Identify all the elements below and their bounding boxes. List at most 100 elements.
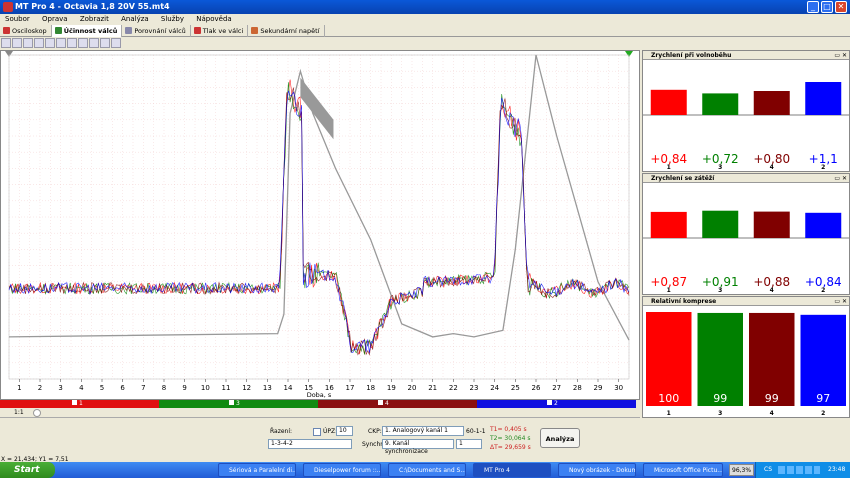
bar-label-2: 2 bbox=[821, 287, 825, 294]
bar-value-4: 99 bbox=[765, 392, 779, 405]
bar-3 bbox=[702, 210, 739, 238]
bar-3 bbox=[702, 93, 739, 115]
bar-label-2: 2 bbox=[821, 410, 825, 417]
order-select[interactable]: 1-3-4-2 bbox=[268, 439, 352, 449]
tray-icons[interactable] bbox=[778, 466, 820, 474]
bar-label-2: 2 bbox=[821, 164, 825, 171]
tab-ucinnost-valcu[interactable]: Účinnost válců bbox=[51, 25, 123, 37]
close-button[interactable]: ✕ bbox=[835, 1, 847, 13]
system-tray: 96,3% CS 23:48 bbox=[729, 462, 850, 478]
x-tick-label: 24 bbox=[490, 384, 499, 392]
channel-2-bar[interactable]: 2 bbox=[477, 400, 636, 408]
channel-1-bar[interactable]: 1 bbox=[0, 400, 159, 408]
menu-zobrazit[interactable]: Zobrazit bbox=[75, 14, 114, 25]
channel-4-bar[interactable]: 4 bbox=[318, 400, 477, 408]
compare-cylinders-icon bbox=[125, 27, 133, 34]
pressure-icon bbox=[193, 27, 201, 34]
upz-spinner[interactable]: 10 bbox=[336, 426, 353, 436]
menu-soubor[interactable]: Soubor bbox=[0, 14, 35, 25]
bar-label-4: 4 bbox=[770, 410, 774, 417]
idle-acceleration-panel: Zrychlení při volnoběhu ▭ ✕ +0,84 1 +0,72 3 +… bbox=[642, 50, 850, 172]
ckp-select[interactable]: 1. Analogový kanál 1 bbox=[382, 426, 464, 436]
panel-window-buttons[interactable]: ▭ ✕ bbox=[834, 174, 847, 183]
bar-value-1: 100 bbox=[658, 392, 679, 405]
tab-bar: Osciloskop Účinnost válců Porovnání válců T… bbox=[0, 25, 850, 37]
bar-value-2: 97 bbox=[816, 392, 830, 405]
x-tick-label: 5 bbox=[100, 384, 104, 392]
export-icon[interactable] bbox=[111, 38, 121, 48]
align-icon[interactable] bbox=[78, 38, 88, 48]
bar-2 bbox=[805, 82, 842, 115]
zoom-y-icon[interactable] bbox=[34, 38, 44, 48]
x-tick-label: 26 bbox=[532, 384, 541, 392]
channel-3-bar[interactable]: 3 bbox=[159, 400, 318, 408]
move-icon[interactable] bbox=[56, 38, 66, 48]
scroll-thumb[interactable] bbox=[33, 409, 41, 417]
x-tick-label: 10 bbox=[201, 384, 210, 392]
maximize-button[interactable]: □ bbox=[821, 1, 833, 13]
analyza-button[interactable]: Analýza bbox=[540, 428, 580, 448]
x-tick-label: 14 bbox=[284, 384, 293, 392]
zoom-indicator[interactable]: 96,3% bbox=[729, 464, 755, 476]
task-seriova[interactable]: Sériová a Paralelní di... bbox=[218, 463, 296, 477]
channel-2-checkbox[interactable] bbox=[547, 400, 552, 405]
measure-tool-icon[interactable] bbox=[12, 38, 22, 48]
x-tick-label: 3 bbox=[58, 384, 62, 392]
task-documents[interactable]: C:\Documents and S... bbox=[388, 463, 466, 477]
secondary-voltage-icon bbox=[251, 27, 259, 34]
menu-sluzby[interactable]: Služby bbox=[156, 14, 189, 25]
task-mt-pro[interactable]: MT Pro 4 bbox=[473, 463, 551, 477]
load-acceleration-chart: +0,871+0,913+0,884+0,842 bbox=[643, 210, 849, 294]
cursor-tool-icon[interactable] bbox=[1, 38, 11, 48]
minimize-button[interactable]: _ bbox=[807, 1, 819, 13]
x-tick-label: 27 bbox=[552, 384, 561, 392]
panel-window-buttons[interactable]: ▭ ✕ bbox=[834, 51, 847, 60]
channel-4-checkbox[interactable] bbox=[378, 400, 383, 405]
x-tick-label: 25 bbox=[511, 384, 520, 392]
oscilloscope-plot[interactable]: 1 2 3 4 5 6 7 8 9 10 11 12 13 14 15 16 17 18 19 20 21 22 23 24 2… bbox=[0, 50, 640, 400]
channel-3-checkbox[interactable] bbox=[229, 400, 234, 405]
task-dieselpower[interactable]: Dieselpower forum ::... bbox=[303, 463, 381, 477]
language-indicator[interactable]: CS bbox=[764, 462, 772, 478]
time-readout: T1= 0,405 s T2= 30,064 s ΔT= 29,659 s bbox=[490, 425, 540, 452]
t2-value: T2= 30,064 s bbox=[490, 435, 531, 442]
plot-canvas[interactable]: 1 2 3 4 5 6 7 8 9 10 11 12 13 14 15 16 17 18 19 20 21 22 23 24 2… bbox=[1, 51, 639, 399]
x-tick-label: 22 bbox=[449, 384, 458, 392]
relative-compression-panel: Relativní komprese ▭ ✕ 100 1 99 3 99 4 97 2 bbox=[642, 296, 850, 418]
x-tick-label: 9 bbox=[182, 384, 186, 392]
menu-analyza[interactable]: Analýza bbox=[116, 14, 154, 25]
marker-icon[interactable] bbox=[67, 38, 77, 48]
tab-porovnani-valcu[interactable]: Porovnání válců bbox=[122, 25, 191, 37]
tab-tlak-ve-valci[interactable]: Tlak ve válci bbox=[191, 25, 249, 37]
start-button[interactable]: Start bbox=[0, 462, 55, 478]
relative-compression-chart: 100 1 99 3 99 4 97 2 bbox=[646, 312, 846, 417]
channel-1-checkbox[interactable] bbox=[72, 400, 77, 405]
x-tick-label: 11 bbox=[222, 384, 231, 392]
task-novy-obrazek[interactable]: Nový obrázek - Dokum... bbox=[558, 463, 636, 477]
menu-oprava[interactable]: Oprava bbox=[37, 14, 73, 25]
zoom-x-icon[interactable] bbox=[23, 38, 33, 48]
bar-label-3: 3 bbox=[718, 410, 722, 417]
zoom-fit-icon[interactable] bbox=[45, 38, 55, 48]
bar-label-3: 3 bbox=[718, 164, 722, 171]
ckp-label: CKP: bbox=[368, 428, 382, 435]
print-icon[interactable] bbox=[100, 38, 110, 48]
x-tick-label: 29 bbox=[594, 384, 603, 392]
bar-label-4: 4 bbox=[770, 164, 774, 171]
sync-band bbox=[300, 77, 334, 140]
panel-window-buttons[interactable]: ▭ ✕ bbox=[834, 297, 847, 306]
sync-select[interactable]: 9. Kanál synchronizace bbox=[382, 439, 454, 455]
ckp-ratio: 60-1-1 bbox=[466, 428, 486, 435]
clock: 23:48 bbox=[828, 466, 846, 473]
tab-osciloskop[interactable]: Osciloskop bbox=[0, 25, 52, 37]
task-picture-manager[interactable]: Microsoft Office Pictu... bbox=[643, 463, 723, 477]
sync-number[interactable]: 1 bbox=[456, 439, 482, 449]
menu-napoveda[interactable]: Nápověda bbox=[191, 14, 236, 25]
bars-icon[interactable] bbox=[89, 38, 99, 48]
window-title: MT Pro 4 - Octavia 1,8 20V 55.mt4 bbox=[15, 2, 170, 11]
upz-checkbox[interactable] bbox=[313, 428, 321, 436]
cylinder-efficiency-icon bbox=[54, 27, 62, 34]
horizontal-scrollbar[interactable]: 1:1 bbox=[0, 408, 640, 418]
bar-4 bbox=[753, 91, 790, 115]
tab-sekundarni-napeti[interactable]: Sekundární napětí bbox=[248, 25, 325, 37]
